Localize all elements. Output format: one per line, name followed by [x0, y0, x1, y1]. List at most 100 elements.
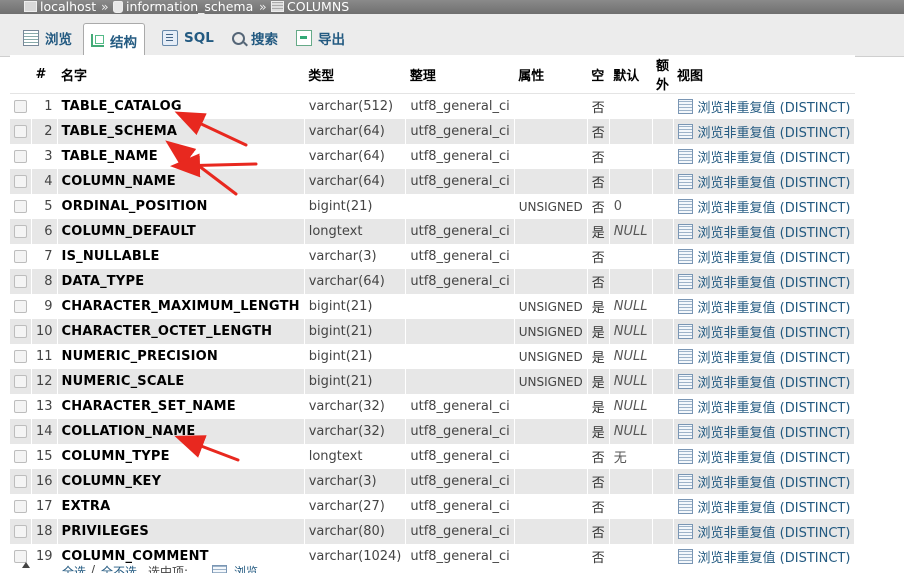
- check-all-link[interactable]: 全选: [62, 563, 86, 573]
- tab-browse[interactable]: 浏览: [16, 23, 79, 53]
- row-checkbox-cell: [10, 169, 32, 194]
- row-number: 3: [31, 144, 58, 169]
- browse-distinct-icon: [677, 349, 693, 364]
- export-icon: [296, 30, 312, 46]
- browse-icon: [23, 30, 39, 46]
- breadcrumb-server[interactable]: localhost: [24, 0, 96, 13]
- distinct-values-link[interactable]: 浏览非重复值 (DISTINCT): [673, 119, 856, 144]
- row-checkbox[interactable]: [14, 375, 27, 388]
- tab-export[interactable]: 导出: [289, 23, 352, 53]
- row-checkbox-cell: [10, 369, 32, 394]
- column-collation: utf8_general_ci: [405, 144, 515, 169]
- column-attributes: [514, 244, 588, 269]
- distinct-values-link[interactable]: 浏览非重复值 (DISTINCT): [673, 169, 856, 194]
- row-checkbox[interactable]: [14, 425, 27, 438]
- row-checkbox[interactable]: [14, 475, 27, 488]
- tab-export-label: 导出: [318, 32, 345, 48]
- distinct-values-link[interactable]: 浏览非重复值 (DISTINCT): [673, 93, 856, 119]
- row-checkbox[interactable]: [14, 400, 27, 413]
- uncheck-all-link[interactable]: 全不选: [101, 563, 137, 573]
- table-row: 4 COLUMN_NAME varchar(64) utf8_general_ci 否 浏…: [10, 169, 856, 194]
- column-name: NUMERIC_SCALE: [57, 369, 305, 394]
- distinct-values-link[interactable]: 浏览非重复值 (DISTINCT): [673, 194, 856, 219]
- column-collation: utf8_general_ci: [405, 269, 515, 294]
- breadcrumb-table[interactable]: COLUMNS: [271, 0, 349, 13]
- table-row: 13 CHARACTER_SET_NAME varchar(32) utf8_gene…: [10, 394, 856, 419]
- column-collation: utf8_general_ci: [405, 119, 515, 144]
- column-name: COLUMN_NAME: [57, 169, 305, 194]
- distinct-values-link[interactable]: 浏览非重复值 (DISTINCT): [673, 519, 856, 544]
- distinct-values-link[interactable]: 浏览非重复值 (DISTINCT): [673, 369, 856, 394]
- browse-distinct-icon: [677, 224, 693, 239]
- distinct-values-link[interactable]: 浏览非重复值 (DISTINCT): [673, 294, 856, 319]
- row-checkbox-cell: [10, 394, 32, 419]
- search-icon: [232, 31, 245, 45]
- row-checkbox[interactable]: [14, 175, 27, 188]
- table-label[interactable]: COLUMNS: [287, 0, 349, 13]
- header-view: 视图: [673, 55, 855, 94]
- row-checkbox[interactable]: [14, 200, 27, 213]
- browse-distinct-icon: [677, 499, 693, 514]
- column-type: varchar(80): [304, 519, 407, 544]
- header-type: 类型: [304, 55, 406, 94]
- distinct-values-link[interactable]: 浏览非重复值 (DISTINCT): [673, 394, 856, 419]
- distinct-values-link[interactable]: 浏览非重复值 (DISTINCT): [673, 144, 856, 169]
- row-checkbox[interactable]: [14, 450, 27, 463]
- row-number: 11: [31, 344, 58, 369]
- header-name: 名字: [57, 55, 305, 94]
- row-checkbox[interactable]: [14, 125, 27, 138]
- distinct-values-link[interactable]: 浏览非重复值 (DISTINCT): [673, 419, 856, 444]
- column-collation: utf8_general_ci: [405, 219, 515, 244]
- row-checkbox-cell: [10, 93, 32, 119]
- row-checkbox-cell: [10, 294, 32, 319]
- tab-sql[interactable]: SQL: [155, 23, 221, 53]
- row-checkbox[interactable]: [14, 150, 27, 163]
- distinct-values-link[interactable]: 浏览非重复值 (DISTINCT): [673, 444, 856, 469]
- distinct-values-link[interactable]: 浏览非重复值 (DISTINCT): [673, 244, 856, 269]
- column-attributes: [514, 394, 588, 419]
- distinct-values-label: 浏览非重复值 (DISTINCT): [697, 276, 851, 291]
- distinct-values-label: 浏览非重复值 (DISTINCT): [697, 501, 851, 516]
- row-checkbox[interactable]: [14, 100, 27, 113]
- column-type: varchar(27): [304, 494, 407, 519]
- column-null: 否: [587, 444, 610, 469]
- tab-search[interactable]: 搜索: [225, 23, 285, 53]
- distinct-values-link[interactable]: 浏览非重复值 (DISTINCT): [673, 269, 856, 294]
- column-attributes: UNSIGNED: [514, 344, 588, 369]
- row-checkbox[interactable]: [14, 350, 27, 363]
- column-attributes: [514, 419, 588, 444]
- row-checkbox[interactable]: [14, 225, 27, 238]
- breadcrumb-separator: »: [259, 0, 267, 14]
- breadcrumb-database[interactable]: information_schema: [113, 0, 253, 13]
- server-label[interactable]: localhost: [40, 0, 96, 13]
- tab-structure[interactable]: 结构: [83, 23, 145, 57]
- distinct-values-link[interactable]: 浏览非重复值 (DISTINCT): [673, 319, 856, 344]
- column-extra: [652, 144, 674, 169]
- distinct-values-link[interactable]: 浏览非重复值 (DISTINCT): [673, 494, 856, 519]
- distinct-values-link[interactable]: 浏览非重复值 (DISTINCT): [673, 219, 856, 244]
- column-default: NULL: [609, 294, 653, 319]
- distinct-values-label: 浏览非重复值 (DISTINCT): [697, 151, 851, 166]
- row-checkbox[interactable]: [14, 525, 27, 538]
- row-checkbox[interactable]: [14, 250, 27, 263]
- database-icon: [113, 0, 123, 13]
- column-default: NULL: [609, 419, 653, 444]
- column-collation: [405, 194, 515, 219]
- row-checkbox[interactable]: [14, 275, 27, 288]
- database-label[interactable]: information_schema: [126, 0, 253, 13]
- table-row: 1 TABLE_CATALOG varchar(512) utf8_general_c…: [10, 93, 856, 119]
- browse-distinct-icon: [677, 249, 693, 264]
- distinct-values-label: 浏览非重复值 (DISTINCT): [697, 251, 851, 266]
- browse-selected-button[interactable]: 浏览: [234, 563, 258, 573]
- table-row: 18 PRIVILEGES varchar(80) utf8_general_ci 否 浏…: [10, 519, 856, 544]
- row-checkbox[interactable]: [14, 300, 27, 313]
- distinct-values-link[interactable]: 浏览非重复值 (DISTINCT): [673, 469, 856, 494]
- column-null: 否: [587, 169, 610, 194]
- column-null: 是: [587, 344, 610, 369]
- distinct-values-link[interactable]: 浏览非重复值 (DISTINCT): [673, 344, 856, 369]
- row-checkbox[interactable]: [14, 325, 27, 338]
- row-number: 13: [31, 394, 58, 419]
- distinct-values-label: 浏览非重复值 (DISTINCT): [697, 176, 851, 191]
- row-checkbox[interactable]: [14, 500, 27, 513]
- tab-sql-label: SQL: [184, 30, 214, 46]
